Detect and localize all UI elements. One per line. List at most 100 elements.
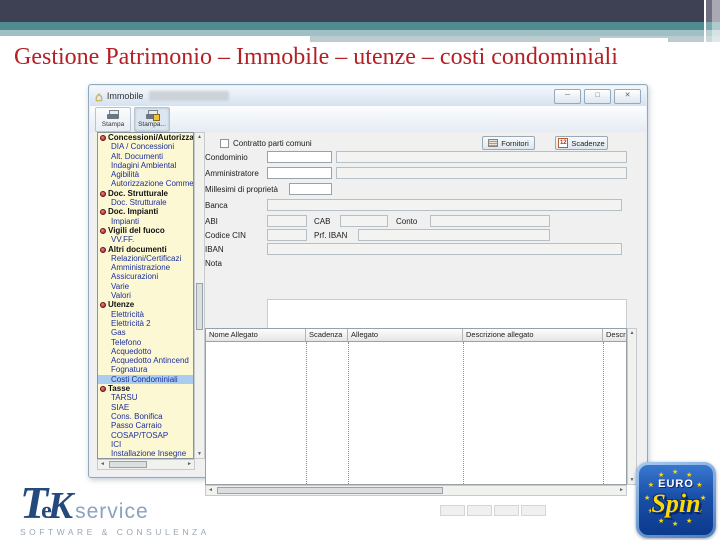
- fornitori-button[interactable]: Fornitori: [482, 136, 535, 150]
- tree-item-label: Relazioni/Certificazi: [111, 253, 182, 263]
- tree-item[interactable]: Concessioni/Autorizzazio: [98, 133, 193, 142]
- tree-item[interactable]: Utenze: [98, 300, 193, 309]
- tree-item-label: Acquedotto: [111, 346, 152, 356]
- table-vertical-scrollbar[interactable]: ▲ ▼: [627, 328, 637, 485]
- tree-item-label: Installazione Insegne: [111, 449, 187, 459]
- tree-item[interactable]: Indagini Ambiental: [98, 161, 193, 170]
- tree-item[interactable]: Agibilità: [98, 170, 193, 179]
- tree-item[interactable]: Vigili del fuoco: [98, 226, 193, 235]
- scrollbar-thumb[interactable]: [217, 487, 443, 494]
- tree-item-label: Passo Carraio: [111, 421, 162, 431]
- amministratore-input[interactable]: [267, 167, 332, 179]
- scrollbar-thumb[interactable]: [196, 283, 203, 330]
- tree-item[interactable]: Autorizzazione Commercial: [98, 179, 193, 188]
- tree-item[interactable]: TARSU: [98, 393, 193, 402]
- fornitori-button-label: Fornitori: [501, 138, 529, 148]
- nota-textarea[interactable]: [267, 299, 627, 329]
- scadenze-button[interactable]: 12 Scadenze: [555, 136, 608, 150]
- suppliers-icon: [488, 139, 499, 147]
- window-titlebar[interactable]: ⌂ Immobile ─ □ ✕: [90, 86, 646, 107]
- record-nav-button[interactable]: [494, 505, 519, 516]
- tree-item[interactable]: Doc. Strutturale: [98, 198, 193, 207]
- tree-item[interactable]: Acquedotto Antincend: [98, 356, 193, 365]
- record-nav-button[interactable]: [440, 505, 465, 516]
- tree-item[interactable]: Altri documenti: [98, 245, 193, 254]
- condominio-input[interactable]: [267, 151, 332, 163]
- record-nav-button[interactable]: [467, 505, 492, 516]
- tree-item[interactable]: Installazione Insegne: [98, 449, 193, 458]
- conto-field: [430, 215, 550, 227]
- category-bullet-icon: [100, 386, 106, 393]
- tree-item-label: Agibilità: [111, 170, 140, 180]
- toolbar-button-stampa[interactable]: Stampa: [95, 106, 131, 132]
- scroll-right-icon[interactable]: ►: [185, 460, 194, 469]
- tree-item[interactable]: COSAP/TOSAP: [98, 431, 193, 440]
- scroll-down-icon[interactable]: ▼: [195, 450, 204, 458]
- scroll-right-icon[interactable]: ►: [617, 486, 626, 495]
- minimize-button[interactable]: ─: [554, 88, 581, 104]
- tree-item[interactable]: Doc. Impianti: [98, 207, 193, 216]
- scadenze-button-label: Scadenze: [571, 138, 605, 148]
- tree-item-label: Acquedotto Antincend: [111, 356, 189, 366]
- document-tree: Concessioni/AutorizzazioDIA / Concession…: [97, 132, 194, 459]
- tree-item[interactable]: Elettricità 2: [98, 319, 193, 328]
- tree-item[interactable]: Impianti: [98, 217, 193, 226]
- tree-item[interactable]: Passo Carraio: [98, 421, 193, 430]
- tree-item-label: Varie: [111, 281, 130, 291]
- tree-item[interactable]: Acquedotto: [98, 347, 193, 356]
- header-band-teal: [0, 22, 720, 30]
- tree-item[interactable]: SIAE: [98, 403, 193, 412]
- tree-item[interactable]: Elettricità: [98, 310, 193, 319]
- tree-item-label: Tasse: [108, 384, 131, 394]
- condominio-desc-field: [336, 151, 627, 163]
- scrollbar-thumb[interactable]: [109, 461, 147, 468]
- millesimi-input[interactable]: [289, 183, 332, 195]
- tree-item[interactable]: Tasse: [98, 384, 193, 393]
- tree-item[interactable]: Gas: [98, 328, 193, 337]
- attachments-table-body[interactable]: [206, 329, 626, 484]
- window-controls: ─ □ ✕: [554, 88, 641, 104]
- maximize-button[interactable]: □: [584, 88, 611, 104]
- scroll-up-icon[interactable]: ▲: [195, 133, 204, 141]
- scroll-up-icon[interactable]: ▲: [628, 329, 636, 337]
- toolbar-button-label: Stampa: [101, 121, 125, 128]
- star-icon: ★: [672, 521, 679, 528]
- tree-vertical-scrollbar[interactable]: ▲ ▼: [194, 132, 205, 459]
- tree-item-label: Vigili del fuoco: [108, 225, 165, 235]
- tree-item[interactable]: Relazioni/Certificazi: [98, 254, 193, 263]
- tek-letter-k: K: [47, 485, 74, 527]
- tree-item[interactable]: VV.FF.: [98, 235, 193, 244]
- cin-field: [267, 229, 307, 241]
- eurospin-logo: ★ ★ ★ ★ ★ ★ ★ ★ ★ ★ ★ ★ EURO Spin: [636, 462, 716, 538]
- tree-item[interactable]: Doc. Strutturale: [98, 189, 193, 198]
- cin-label: Codice CIN: [205, 231, 246, 240]
- condominio-label: Condominio: [205, 153, 248, 162]
- tree-item[interactable]: Assicurazioni: [98, 272, 193, 281]
- tree-item[interactable]: Fognatura: [98, 365, 193, 374]
- table-horizontal-scrollbar[interactable]: ◄ ►: [205, 485, 627, 496]
- tree-item[interactable]: Costi Condominiali: [98, 374, 193, 385]
- printer-icon: [106, 110, 120, 120]
- close-button[interactable]: ✕: [614, 88, 641, 104]
- tree-item[interactable]: Cons. Bonifica: [98, 412, 193, 421]
- tree-item[interactable]: Alt. Documenti: [98, 152, 193, 161]
- record-navigation: [440, 505, 546, 516]
- tree-item-label: TARSU: [111, 393, 138, 403]
- scroll-left-icon[interactable]: ◄: [98, 460, 107, 469]
- tree-item[interactable]: Valori: [98, 291, 193, 300]
- prf-iban-label: Prf. IBAN: [314, 231, 348, 240]
- toolbar-button-stampa-2[interactable]: Stampa...: [134, 106, 170, 132]
- prf-iban-field: [358, 229, 550, 241]
- tree-item[interactable]: Amministrazione: [98, 263, 193, 272]
- contract-checkbox[interactable]: [220, 139, 229, 148]
- toolbar: Stampa Stampa...: [90, 106, 646, 133]
- scroll-down-icon[interactable]: ▼: [628, 476, 636, 484]
- record-nav-button[interactable]: [521, 505, 546, 516]
- app-window: ⌂ Immobile ─ □ ✕ Stampa Stampa... Concessio…: [88, 84, 648, 516]
- tree-item[interactable]: Varie: [98, 282, 193, 291]
- tree-item[interactable]: DIA / Concessioni: [98, 142, 193, 151]
- iban-field: [267, 243, 622, 255]
- tree-horizontal-scrollbar[interactable]: ◄ ►: [97, 459, 195, 470]
- tree-item[interactable]: Telefono: [98, 338, 193, 347]
- tree-item[interactable]: ICI: [98, 440, 193, 449]
